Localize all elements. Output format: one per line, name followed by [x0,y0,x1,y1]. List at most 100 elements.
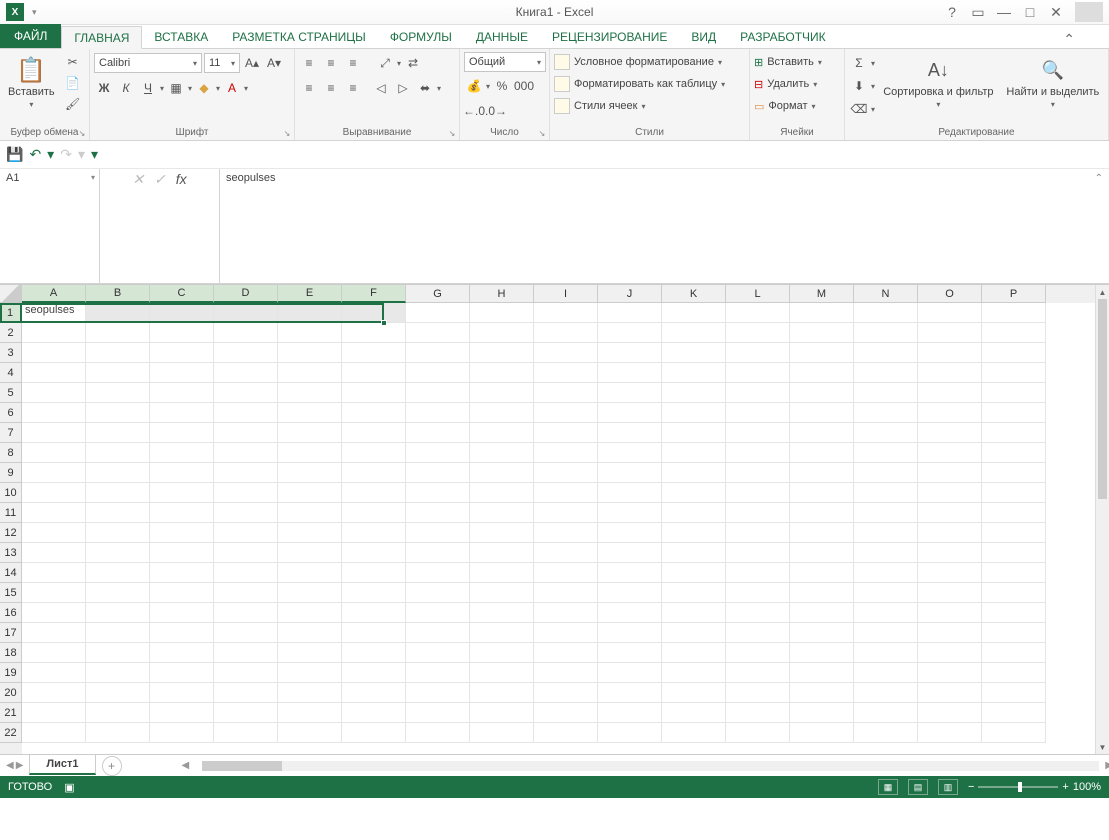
column-header-G[interactable]: G [406,285,470,303]
cell-L15[interactable] [726,583,790,603]
cell-M10[interactable] [790,483,854,503]
cell-P18[interactable] [982,643,1046,663]
enter-formula-button[interactable]: ✓ [154,171,166,188]
cell-E5[interactable] [278,383,342,403]
zoom-in-button[interactable]: + [1062,781,1068,793]
cell-G16[interactable] [406,603,470,623]
cell-H8[interactable] [470,443,534,463]
cell-N20[interactable] [854,683,918,703]
autosum-button[interactable]: Σ [849,53,869,73]
wrap-text-button[interactable]: ⇄ [403,53,423,73]
cell-O17[interactable] [918,623,982,643]
cell-D13[interactable] [214,543,278,563]
cell-M17[interactable] [790,623,854,643]
cell-O14[interactable] [918,563,982,583]
decrease-font-button[interactable]: A▾ [264,53,284,73]
cell-P13[interactable] [982,543,1046,563]
cell-E4[interactable] [278,363,342,383]
cell-E17[interactable] [278,623,342,643]
cell-E14[interactable] [278,563,342,583]
cell-A20[interactable] [22,683,86,703]
cell-O13[interactable] [918,543,982,563]
cell-E13[interactable] [278,543,342,563]
cell-C18[interactable] [150,643,214,663]
cell-J2[interactable] [598,323,662,343]
cell-K11[interactable] [662,503,726,523]
cell-I15[interactable] [534,583,598,603]
cell-D1[interactable] [214,303,278,323]
column-header-D[interactable]: D [214,285,278,303]
cell-N15[interactable] [854,583,918,603]
cell-H6[interactable] [470,403,534,423]
row-header-16[interactable]: 16 [0,603,22,623]
cell-F22[interactable] [342,723,406,743]
page-break-view-button[interactable]: ▥ [938,779,958,795]
cell-F7[interactable] [342,423,406,443]
autosum-dropdown[interactable]: ▾ [871,59,875,68]
cell-N18[interactable] [854,643,918,663]
cell-J19[interactable] [598,663,662,683]
cell-K14[interactable] [662,563,726,583]
minimize-button[interactable]: — [993,3,1015,21]
cell-O8[interactable] [918,443,982,463]
file-tab[interactable]: ФАЙЛ [0,24,61,48]
tab-developer[interactable]: РАЗРАБОТЧИК [728,25,838,48]
cell-C17[interactable] [150,623,214,643]
cell-D8[interactable] [214,443,278,463]
accounting-dropdown[interactable]: ▾ [486,82,490,91]
cell-K3[interactable] [662,343,726,363]
cell-M3[interactable] [790,343,854,363]
cell-C3[interactable] [150,343,214,363]
cell-A18[interactable] [22,643,86,663]
cell-M21[interactable] [790,703,854,723]
cell-P10[interactable] [982,483,1046,503]
tab-insert[interactable]: ВСТАВКА [142,25,220,48]
conditional-formatting-button[interactable]: Условное форматирование ▾ [554,52,745,72]
cell-E19[interactable] [278,663,342,683]
cell-J12[interactable] [598,523,662,543]
row-header-8[interactable]: 8 [0,443,22,463]
cell-I19[interactable] [534,663,598,683]
cell-M6[interactable] [790,403,854,423]
cell-F3[interactable] [342,343,406,363]
underline-button[interactable]: Ч [138,78,158,98]
cell-K13[interactable] [662,543,726,563]
cell-P9[interactable] [982,463,1046,483]
horizontal-scrollbar[interactable]: ◀ ▶ [142,758,1109,774]
cell-L16[interactable] [726,603,790,623]
cell-E12[interactable] [278,523,342,543]
cell-G10[interactable] [406,483,470,503]
cell-A15[interactable] [22,583,86,603]
cell-I12[interactable] [534,523,598,543]
cell-G7[interactable] [406,423,470,443]
cell-M20[interactable] [790,683,854,703]
cell-L18[interactable] [726,643,790,663]
normal-view-button[interactable]: ▦ [878,779,898,795]
row-header-14[interactable]: 14 [0,563,22,583]
cell-G2[interactable] [406,323,470,343]
column-header-N[interactable]: N [854,285,918,303]
cell-N16[interactable] [854,603,918,623]
cell-O2[interactable] [918,323,982,343]
cell-P16[interactable] [982,603,1046,623]
cell-H4[interactable] [470,363,534,383]
cell-A17[interactable] [22,623,86,643]
tab-view[interactable]: ВИД [679,25,728,48]
cell-H16[interactable] [470,603,534,623]
cell-O10[interactable] [918,483,982,503]
row-header-9[interactable]: 9 [0,463,22,483]
cell-H1[interactable] [470,303,534,323]
cell-K9[interactable] [662,463,726,483]
cell-H20[interactable] [470,683,534,703]
accounting-format-button[interactable]: 💰 [464,76,484,96]
cell-B20[interactable] [86,683,150,703]
cell-P7[interactable] [982,423,1046,443]
cell-B10[interactable] [86,483,150,503]
cell-P12[interactable] [982,523,1046,543]
cell-J5[interactable] [598,383,662,403]
cell-F19[interactable] [342,663,406,683]
cell-G6[interactable] [406,403,470,423]
cell-O16[interactable] [918,603,982,623]
cell-E10[interactable] [278,483,342,503]
cell-M22[interactable] [790,723,854,743]
